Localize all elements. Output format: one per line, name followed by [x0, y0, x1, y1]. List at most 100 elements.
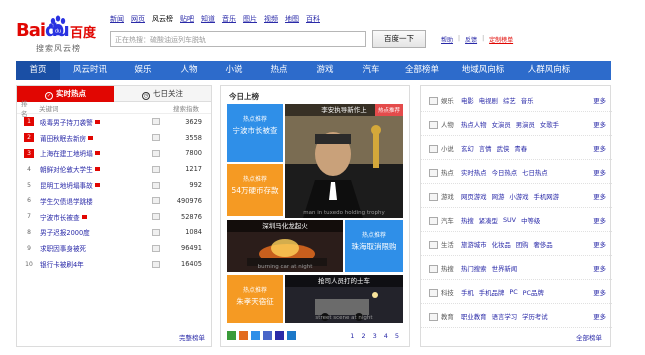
- top-nav-music[interactable]: 音乐: [222, 14, 236, 24]
- more-link[interactable]: 更多: [590, 312, 612, 321]
- page-3[interactable]: 3: [373, 332, 377, 340]
- nav-item-hot[interactable]: 热点: [256, 61, 302, 80]
- category-link[interactable]: 电视剧: [479, 96, 498, 105]
- tab-realtime-hot[interactable]: ✓ 实时热点: [17, 86, 114, 102]
- book-icon[interactable]: [287, 331, 296, 340]
- movie-icon[interactable]: [239, 331, 248, 340]
- chart-icon[interactable]: [152, 244, 160, 252]
- more-link[interactable]: 更多: [590, 264, 612, 273]
- hot-tile-ningbo[interactable]: 热点推荐 宁波市长被查: [227, 104, 283, 162]
- category-name[interactable]: 汽车: [441, 216, 461, 225]
- category-link[interactable]: 语言学习: [492, 312, 518, 321]
- page-2[interactable]: 2: [361, 332, 365, 340]
- search-button[interactable]: 百度一下: [372, 30, 426, 48]
- keyword-link[interactable]: 学生欠债退学跳楼: [34, 196, 130, 206]
- baidu-logo[interactable]: Baidu du 百度 搜索风云榜: [16, 14, 106, 56]
- chart-icon[interactable]: [152, 134, 160, 142]
- more-link[interactable]: 更多: [590, 144, 612, 153]
- tab-seven-day[interactable]: ◷ 七日关注: [114, 86, 211, 102]
- nav-item-entertainment[interactable]: 娱乐: [120, 61, 166, 80]
- chart-icon[interactable]: [152, 197, 160, 205]
- keyword-link[interactable]: 莆田秋眠去新房: [34, 133, 130, 143]
- hot-tile-coins[interactable]: 热点推荐 54万硬币存款: [227, 164, 283, 216]
- category-link[interactable]: 小游戏: [509, 192, 528, 201]
- category-link[interactable]: 实时热点: [461, 168, 487, 177]
- top-nav-news[interactable]: 新闻: [110, 14, 124, 24]
- category-link[interactable]: 手机: [461, 288, 474, 297]
- category-link[interactable]: 音乐: [521, 96, 534, 105]
- page-1[interactable]: 1: [350, 332, 354, 340]
- category-link[interactable]: 七日热点: [522, 168, 548, 177]
- category-link[interactable]: 职业教育: [461, 312, 487, 321]
- category-name[interactable]: 教育: [441, 312, 461, 321]
- customize-link[interactable]: 定制榜单: [489, 35, 513, 44]
- category-link[interactable]: 热点人物: [461, 120, 487, 129]
- nav-item-home[interactable]: 首页: [16, 61, 60, 80]
- category-name[interactable]: 科技: [441, 288, 461, 297]
- category-link[interactable]: 紧凑型: [479, 216, 498, 225]
- category-link[interactable]: 男演员: [516, 120, 535, 129]
- chart-icon[interactable]: [152, 228, 160, 236]
- keyword-link[interactable]: 昆明工地坍塌事故: [34, 180, 130, 190]
- more-link[interactable]: 更多: [590, 216, 612, 225]
- category-link[interactable]: 青春: [514, 144, 527, 153]
- category-link[interactable]: 电影: [461, 96, 474, 105]
- chart-icon[interactable]: [152, 118, 160, 126]
- top-nav-fengyunbang[interactable]: 风云榜: [152, 14, 173, 24]
- people-icon[interactable]: [263, 331, 272, 340]
- category-link[interactable]: 玄幻: [461, 144, 474, 153]
- category-link[interactable]: 团购: [516, 240, 529, 249]
- category-link[interactable]: 网页游戏: [461, 192, 487, 201]
- home-icon[interactable]: [227, 331, 236, 340]
- page-4[interactable]: 4: [384, 332, 388, 340]
- photo-taxi[interactable]: 抢司人员打的士车 street scene at night: [285, 275, 403, 323]
- top-nav-images[interactable]: 图片: [243, 14, 257, 24]
- category-link[interactable]: PC: [509, 288, 517, 297]
- keyword-link[interactable]: 上海在建工地坍塌: [34, 148, 130, 158]
- feedback-link[interactable]: 反馈: [465, 35, 477, 44]
- nav-item-people[interactable]: 人物: [166, 61, 212, 80]
- help-link[interactable]: 帮助: [441, 35, 453, 44]
- top-nav-web[interactable]: 网页: [131, 14, 145, 24]
- top-nav-map[interactable]: 地图: [285, 14, 299, 24]
- category-link[interactable]: SUV: [503, 216, 516, 225]
- chart-icon[interactable]: [152, 149, 160, 157]
- keyword-link[interactable]: 男子迟报2000度: [34, 227, 130, 237]
- top-nav-tieba[interactable]: 贴吧: [180, 14, 194, 24]
- all-lists-link[interactable]: 全部榜单: [576, 332, 602, 342]
- more-link[interactable]: 更多: [590, 168, 612, 177]
- more-link[interactable]: 更多: [590, 96, 612, 105]
- category-link[interactable]: 化妆品: [492, 240, 511, 249]
- nav-item-cars[interactable]: 汽车: [348, 61, 394, 80]
- chart-icon[interactable]: [152, 260, 160, 268]
- full-list-link[interactable]: 完整榜单: [179, 332, 205, 342]
- category-link[interactable]: 世界新闻: [492, 264, 518, 273]
- nav-item-all-lists[interactable]: 全部榜单: [394, 61, 450, 80]
- keyword-link[interactable]: 银行卡被刷4年: [34, 259, 130, 269]
- category-link[interactable]: 女歌手: [540, 120, 559, 129]
- keyword-link[interactable]: 宁波市长被查: [34, 212, 130, 222]
- nav-item-novels[interactable]: 小说: [212, 61, 256, 80]
- hot-tile-zhuhai[interactable]: 热点推荐 珠海取消限购: [345, 220, 403, 272]
- keyword-link[interactable]: 朝鲜对伦敦大学生: [34, 164, 130, 174]
- page-5[interactable]: 5: [395, 332, 399, 340]
- nav-item-news[interactable]: 风云时讯: [60, 61, 120, 80]
- category-link[interactable]: 旅游城市: [461, 240, 487, 249]
- category-link[interactable]: 女演员: [492, 120, 511, 129]
- top-nav-baike[interactable]: 百科: [306, 14, 320, 24]
- category-name[interactable]: 热点: [441, 168, 461, 177]
- category-link[interactable]: 学历考试: [522, 312, 548, 321]
- top-nav-zhidao[interactable]: 知道: [201, 14, 215, 24]
- category-link[interactable]: 热搜: [461, 216, 474, 225]
- chart-icon[interactable]: [152, 165, 160, 173]
- category-name[interactable]: 热搜: [441, 264, 461, 273]
- category-name[interactable]: 人物: [441, 120, 461, 129]
- keyword-link[interactable]: 吸毒男子持刀袭警: [34, 117, 130, 127]
- nav-item-region[interactable]: 地域风向标: [450, 61, 516, 80]
- category-link[interactable]: 手机品牌: [479, 288, 505, 297]
- category-name[interactable]: 游戏: [441, 192, 461, 201]
- category-link[interactable]: 奢侈品: [534, 240, 553, 249]
- more-link[interactable]: 更多: [590, 288, 612, 297]
- more-link[interactable]: 更多: [590, 120, 612, 129]
- nav-item-crowd[interactable]: 人群风向标: [516, 61, 582, 80]
